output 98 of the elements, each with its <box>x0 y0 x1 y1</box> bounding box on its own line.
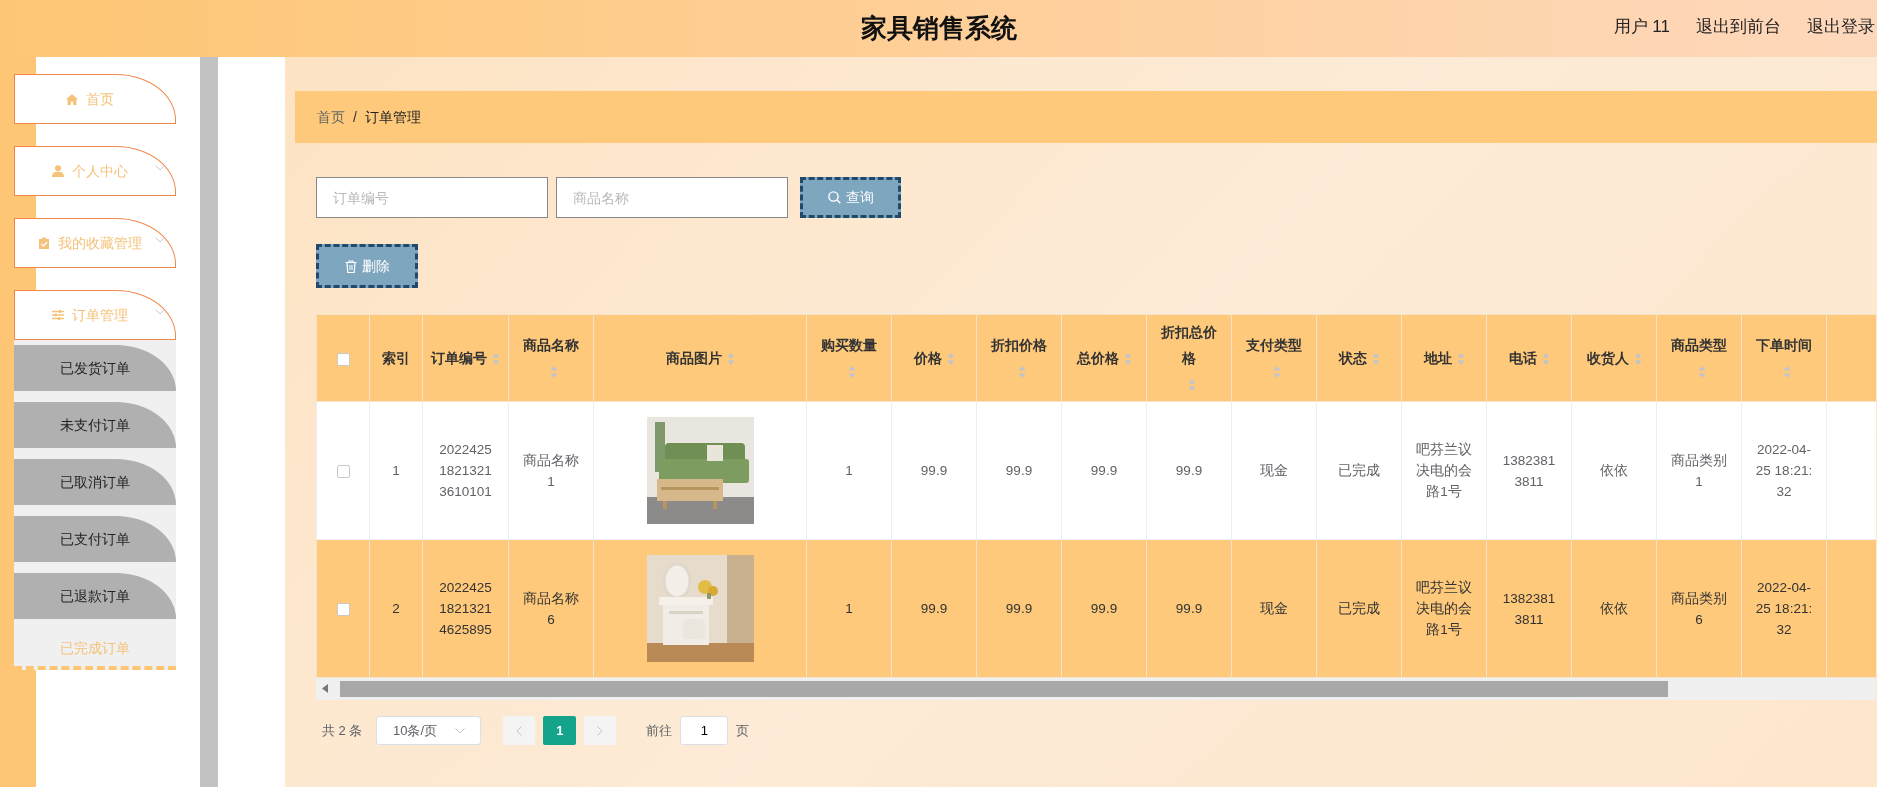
goto-page-field[interactable]: 1 <box>680 716 729 745</box>
table-cell: 99.9 <box>1090 463 1118 478</box>
table-cell: 1 <box>392 463 400 478</box>
row-checkbox[interactable] <box>336 464 350 478</box>
column-header[interactable]: 商品图片 <box>665 345 722 371</box>
column-header[interactable]: 订单编号 <box>431 345 487 371</box>
sort-icon <box>726 353 735 366</box>
sort-icon <box>1123 353 1132 366</box>
table-cell: 商品类别6 <box>1671 590 1727 627</box>
table-cell: 2022-04-25 18:21:32 <box>1755 442 1813 499</box>
column-header[interactable]: 地址 <box>1423 345 1452 371</box>
table-cell: 202242518213214625895 <box>439 580 492 637</box>
sort-icon <box>1633 353 1642 366</box>
sort-icon <box>1187 379 1196 392</box>
table-cell: 13823813811 <box>1502 452 1556 489</box>
sort-icon <box>549 366 558 379</box>
sort-icon <box>1017 366 1026 379</box>
vertical-scrollbar[interactable] <box>200 57 218 787</box>
search-field[interactable]: 订单编号 <box>316 177 548 218</box>
table-cell: 13823813811 <box>1502 590 1556 627</box>
submenu-item[interactable]: 已退款订单 <box>14 573 176 619</box>
table-cell: 99.9 <box>1175 601 1203 616</box>
table-cell: 99.9 <box>1005 601 1033 616</box>
sort-icon <box>1272 366 1281 379</box>
search-icon <box>827 191 841 204</box>
submenu-item[interactable]: 已发货订单 <box>14 345 176 391</box>
table-cell: 99.9 <box>920 601 948 616</box>
table-cell: 99.9 <box>1005 463 1033 478</box>
clipboard-icon <box>38 237 50 249</box>
home-icon <box>66 93 78 105</box>
chevron-left-icon <box>516 725 523 736</box>
column-header[interactable]: 下单时间 <box>1756 332 1812 358</box>
table-cell: 2 <box>392 601 400 616</box>
sliders-icon <box>52 309 64 321</box>
table-cell: 1 <box>845 463 853 478</box>
app-title: 家具销售系统 <box>860 12 1017 45</box>
column-header[interactable]: 状态 <box>1338 345 1367 371</box>
sort-icon <box>1782 366 1791 379</box>
select-all-checkbox[interactable] <box>336 352 350 366</box>
column-header[interactable]: 收货人 <box>1586 345 1629 371</box>
row-checkbox[interactable] <box>336 602 350 616</box>
goto-label: 前往 <box>646 721 673 740</box>
sort-icon <box>1697 366 1706 379</box>
sort-icon <box>492 353 500 366</box>
breadcrumb-link[interactable]: 首页 <box>317 106 345 128</box>
column-header[interactable]: 商品类型 <box>1671 332 1727 358</box>
submenu-item[interactable]: 已取消订单 <box>14 459 176 505</box>
table-cell: 吧芬兰议决电的会路1号 <box>1416 442 1472 499</box>
table-cell: 99.9 <box>920 463 948 478</box>
column-header[interactable]: 总价格 <box>1076 345 1119 371</box>
column-header[interactable]: 电话 <box>1508 345 1537 371</box>
sort-icon <box>847 366 856 379</box>
header-link[interactable]: 用户 11 <box>1613 14 1670 40</box>
table-cell: 商品类别1 <box>1671 452 1727 489</box>
horizontal-scrollbar[interactable] <box>316 678 1876 700</box>
scroll-left-icon[interactable] <box>322 684 328 693</box>
table-cell: 1 <box>845 601 853 616</box>
caret-icon <box>155 309 165 315</box>
column-header[interactable]: 折扣价格 <box>991 332 1047 358</box>
caret-icon <box>455 727 465 734</box>
table-cell: 依依 <box>1600 601 1628 616</box>
column-header[interactable]: 商品名称 <box>523 332 579 358</box>
table-cell: 商品名称1 <box>523 452 579 489</box>
page-size-select[interactable]: 10条/页 <box>376 716 482 745</box>
sort-icon <box>946 353 955 366</box>
table-cell: 依依 <box>1600 463 1628 478</box>
trash-icon <box>344 259 357 273</box>
sort-icon <box>1541 353 1550 366</box>
table-cell: 已完成 <box>1338 463 1380 478</box>
total-count: 共 2 条 <box>322 721 363 740</box>
table-cell: 99.9 <box>1175 463 1203 478</box>
column-header: 索引 <box>382 349 410 368</box>
submenu-item[interactable]: 未支付订单 <box>14 402 176 448</box>
caret-icon <box>155 237 165 243</box>
table-cell: 99.9 <box>1090 601 1118 616</box>
page-suffix: 页 <box>736 721 750 740</box>
sort-icon <box>1371 353 1380 366</box>
table-cell: 2022-04-25 18:21:32 <box>1755 580 1813 637</box>
table-cell: 已完成 <box>1338 601 1380 616</box>
header-link[interactable]: 退出到前台 <box>1696 14 1781 40</box>
sort-icon <box>1456 353 1465 366</box>
next-page-button[interactable] <box>584 716 617 745</box>
prev-page-button[interactable] <box>503 716 536 745</box>
user-icon <box>52 165 64 177</box>
caret-icon <box>155 165 165 171</box>
column-header[interactable]: 购买数量 <box>821 332 877 358</box>
chevron-right-icon <box>597 725 604 736</box>
breadcrumb-separator: / <box>353 107 357 127</box>
search-field[interactable]: 商品名称 <box>556 177 788 218</box>
submenu-item[interactable]: 已支付订单 <box>14 516 176 562</box>
column-header[interactable]: 价格 <box>913 345 942 371</box>
table-cell: 吧芬兰议决电的会路1号 <box>1416 580 1472 637</box>
table-cell: 现金 <box>1260 463 1288 478</box>
header-link[interactable]: 退出登录 <box>1807 14 1875 40</box>
table-cell: 现金 <box>1260 601 1288 616</box>
table-cell: 202242518213213610101 <box>439 442 492 499</box>
column-header[interactable]: 支付类型 <box>1246 332 1302 358</box>
table-cell: 商品名称6 <box>523 590 579 627</box>
